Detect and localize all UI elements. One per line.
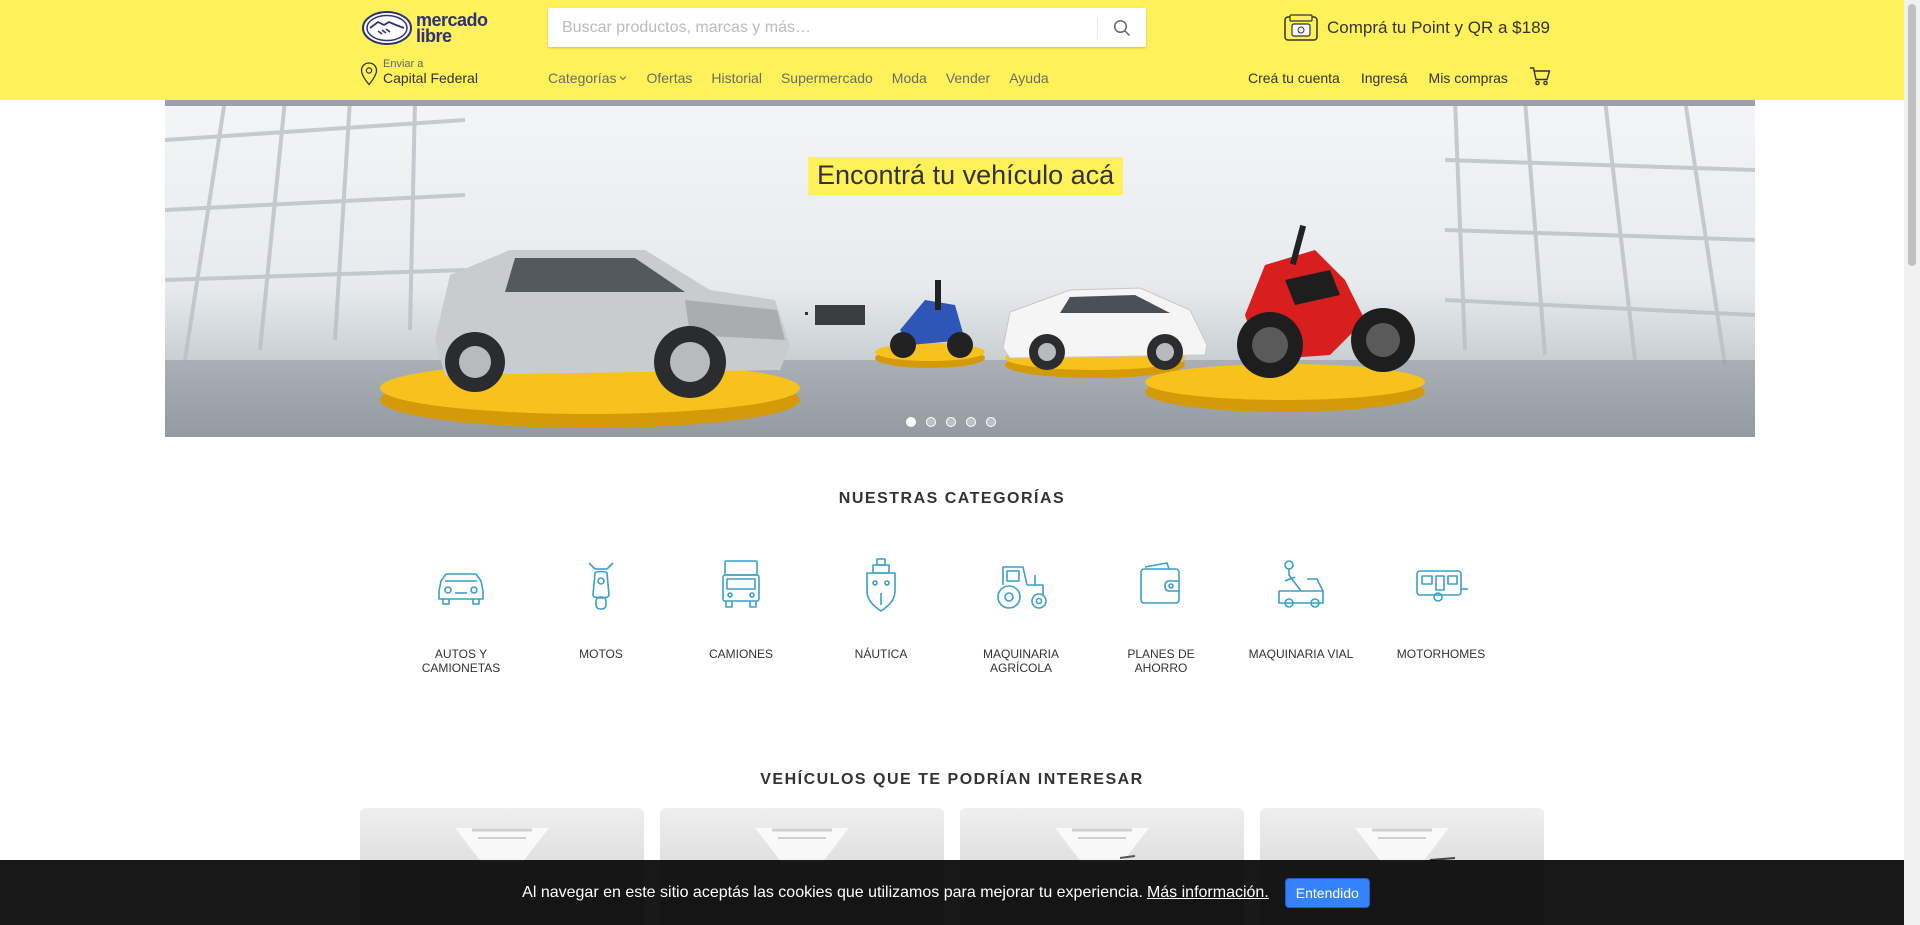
category-label: MOTORHOMES xyxy=(1396,647,1486,661)
category-planes-ahorro[interactable]: PLANES DE AHORRO xyxy=(1091,557,1231,675)
search-button[interactable] xyxy=(1098,8,1146,47)
search-box xyxy=(548,8,1146,47)
tow-truck-icon xyxy=(1278,560,1324,608)
hero-title: Encontrá tu vehículo acá xyxy=(808,157,1124,195)
login-link[interactable]: Ingresá xyxy=(1361,70,1408,86)
nav-categorias[interactable]: Categorías xyxy=(548,70,627,86)
page-scrollbar[interactable] xyxy=(1904,0,1920,925)
category-maquinaria-agricola[interactable]: MAQUINARIA AGRÍCOLA xyxy=(951,557,1091,675)
motorcycle-icon xyxy=(588,562,614,610)
my-purchases-link[interactable]: Mis compras xyxy=(1429,70,1508,86)
category-camiones[interactable]: CAMIONES xyxy=(671,557,811,675)
truck-icon xyxy=(722,560,760,608)
create-account-link[interactable]: Creá tu cuenta xyxy=(1248,70,1340,86)
category-label: PLANES DE AHORRO xyxy=(1127,647,1195,675)
nav-categorias-label: Categorías xyxy=(548,70,617,86)
point-device-icon xyxy=(1284,14,1318,41)
category-label: CAMIONES xyxy=(708,647,773,661)
cookie-accept-button[interactable]: Entendido xyxy=(1284,877,1370,908)
category-label: NÁUTICA xyxy=(854,647,908,661)
site-header: mercado libre Comprá tu Point y QR a $18… xyxy=(0,0,1904,100)
category-motorhomes[interactable]: MOTORHOMES xyxy=(1371,557,1511,675)
user-nav: Creá tu cuenta Ingresá Mis compras xyxy=(1248,67,1551,86)
promo-point-qr[interactable]: Comprá tu Point y QR a $189 xyxy=(1284,13,1550,43)
hero-vehicles-image xyxy=(165,100,1755,437)
category-maquinaria-vial[interactable]: MAQUINARIA VIAL xyxy=(1231,557,1371,675)
nav-vender[interactable]: Vender xyxy=(946,70,990,86)
carousel-dot-1[interactable] xyxy=(906,417,916,427)
category-label: AUTOS Y CAMIONETAS xyxy=(421,647,501,675)
category-label: MOTOS xyxy=(579,647,623,661)
logo-line2: libre xyxy=(416,26,452,46)
cookie-message: Al navegar en este sitio aceptás las coo… xyxy=(522,883,1143,901)
vehicles-title: VEHÍCULOS QUE TE PODRÍAN INTERESAR xyxy=(760,771,1144,788)
location-label: Enviar a xyxy=(383,58,424,70)
categories-list: AUTOS Y CAMIONETAS MOTOS CAMIONES NÁUTIC… xyxy=(391,557,1511,675)
motorhome-icon xyxy=(1416,570,1468,602)
scrollbar-thumb[interactable] xyxy=(1908,4,1916,266)
boat-icon xyxy=(866,558,896,612)
category-label: MAQUINARIA VIAL xyxy=(1248,647,1354,661)
mercadolibre-logo[interactable]: mercado libre xyxy=(362,10,498,46)
nav-ayuda[interactable]: Ayuda xyxy=(1009,70,1048,86)
carousel-dot-2[interactable] xyxy=(926,417,936,427)
location-pin-icon xyxy=(360,62,378,86)
nav-historial[interactable]: Historial xyxy=(711,70,762,86)
search-icon xyxy=(1113,19,1131,36)
category-autos[interactable]: AUTOS Y CAMIONETAS xyxy=(391,557,531,675)
carousel-dot-5[interactable] xyxy=(986,417,996,427)
nav-supermercado[interactable]: Supermercado xyxy=(781,70,873,86)
cookie-banner: Al navegar en este sitio aceptás las coo… xyxy=(0,860,1904,925)
chevron-down-icon xyxy=(620,76,627,81)
cart-icon[interactable] xyxy=(1529,66,1551,86)
cookie-more-info-link[interactable]: Más información. xyxy=(1147,884,1269,902)
carousel-dot-4[interactable] xyxy=(966,417,976,427)
nav-moda[interactable]: Moda xyxy=(892,70,927,86)
promo-text: Comprá tu Point y QR a $189 xyxy=(1327,18,1551,37)
handshake-logo-icon xyxy=(362,11,412,45)
wallet-icon xyxy=(1140,562,1180,604)
location-value: Capital Federal xyxy=(383,70,478,86)
carousel-dot-3[interactable] xyxy=(946,417,956,427)
main-nav: Categorías Ofertas Historial Supermercad… xyxy=(548,70,1068,86)
category-nautica[interactable]: NÁUTICA xyxy=(811,557,951,675)
category-motos[interactable]: MOTOS xyxy=(531,557,671,675)
categories-title: NUESTRAS CATEGORÍAS xyxy=(838,490,1066,507)
nav-ofertas[interactable]: Ofertas xyxy=(646,70,692,86)
logo-wordmark: mercado libre xyxy=(416,11,488,46)
carousel-dots xyxy=(906,417,996,427)
category-label: MAQUINARIA AGRÍCOLA xyxy=(982,647,1059,675)
hero-banner[interactable]: Encontrá tu vehículo acá xyxy=(165,100,1755,437)
car-icon xyxy=(438,573,484,605)
tractor-icon xyxy=(997,566,1047,609)
search-input[interactable] xyxy=(562,8,1102,47)
shipping-location[interactable]: Enviar a Capital Federal xyxy=(360,58,478,87)
